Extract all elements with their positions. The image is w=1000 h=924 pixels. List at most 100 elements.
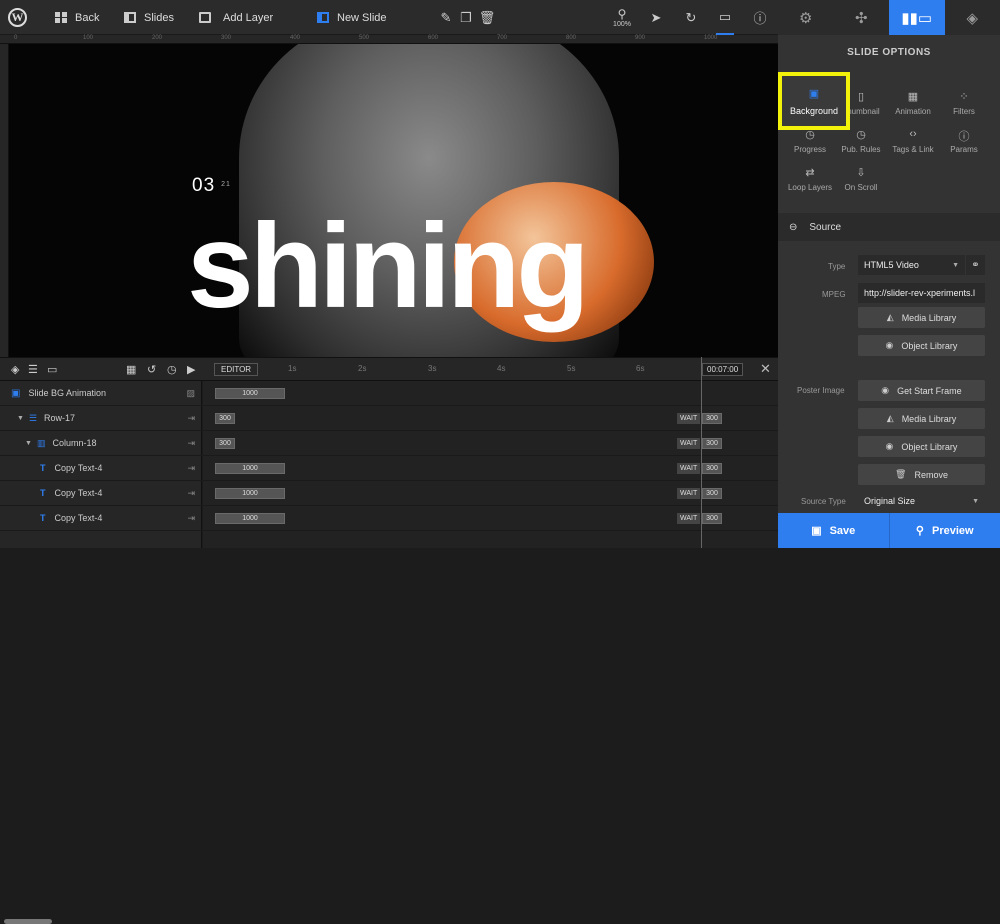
option-background[interactable]: ▣ Background [778,72,850,130]
animation-bar[interactable]: 1000 [215,513,285,524]
source-type-select[interactable]: Original Size ▼ [858,491,985,511]
timeline-header: ◈ ☰ ▭ ▦ ↺ ◷ ▶ EDITOR 1s 2s 3s 4s 5s 6s 0… [0,357,778,381]
settings-tab[interactable]: ⚙ [778,0,834,35]
button-label: Remove [914,470,948,480]
ruler-mark: 300 [221,35,231,41]
option-loop-layers[interactable]: ⇄ Loop Layers [781,166,839,192]
end-animation-bar[interactable]: 300 [702,413,722,424]
filters-icon: ⁘ [959,90,968,102]
layer-row-text[interactable]: T Copy Text-4 ⇥ [0,506,202,531]
ruler-mark: 100 [83,35,93,41]
grid-view-icon[interactable]: ▦ [126,363,136,376]
slide-selector[interactable]: New Slide [317,0,387,35]
stopwatch-icon[interactable]: ◷ [167,363,177,376]
chevron-down-icon: ▼ [952,262,959,269]
duplicate-icon[interactable]: ❐ [460,0,472,35]
layer-label: Copy Text-4 [55,513,103,523]
end-animation-bar[interactable]: 300 [702,463,722,474]
end-animation-bar[interactable]: 300 [702,488,722,499]
source-type-value: Original Size [864,496,915,506]
play-icon[interactable]: ▶ [187,363,195,376]
layer-row-column18[interactable]: ▼ ▥ Column-18 ⇥ [0,431,202,456]
option-label: Progress [794,145,826,154]
caret-down-icon[interactable]: ▼ [25,440,32,447]
option-tags-link[interactable]: ‹› Tags & Link [884,128,942,154]
trash-icon[interactable]: 🗑 [481,0,493,35]
folder-icon[interactable]: ▭ [47,363,57,376]
option-label: On Scroll [845,183,878,192]
option-progress[interactable]: ◷ Progress [781,128,839,154]
animation-bar[interactable]: 1000 [215,388,285,399]
slide-canvas[interactable]: 0321 shining [9,44,778,357]
animation-bar[interactable]: 1000 [215,488,285,499]
animation-bar[interactable]: 300 [215,413,235,424]
animation-bar[interactable]: 1000 [215,463,285,474]
ruler-mark: 700 [497,35,507,41]
mpeg-url-input[interactable]: http://slider-rev-xperiments.l [858,283,985,303]
option-animation[interactable]: ▦ Animation [884,90,942,116]
layers-icon[interactable]: ◈ [11,363,19,376]
horizontal-scrollbar[interactable] [4,919,52,924]
mpeg-object-library-button[interactable]: ◉ Object Library [858,335,985,356]
add-layer-button[interactable]: Add Layer [199,0,273,35]
loop-icon[interactable]: ↺ [147,363,156,376]
layers-icon: ◈ [966,9,978,27]
mpeg-media-library-button[interactable]: ◭ Media Library [858,307,985,328]
top-toolbar: W Back Slides Add Layer New Slide ✎ ❐ 🗑 … [0,0,778,35]
option-label: Filters [953,107,975,116]
layers-tab[interactable]: ◈ [945,0,1000,35]
option-pub-rules[interactable]: ◷ Pub. Rules [832,128,890,154]
loop-icon: ⇄ [805,166,814,178]
timeline-playhead[interactable] [701,357,702,548]
gear-icon: ⚙ [799,9,812,27]
layer-row-slide-bg[interactable]: ▣ Slide BG Animation ▨ [0,381,202,406]
film-icon: ▦ [908,90,918,102]
poster-media-library-button[interactable]: ◭ Media Library [858,408,985,429]
back-label: Back [75,12,99,24]
end-animation-bar[interactable]: 300 [702,438,722,449]
slide-number-layer[interactable]: 0321 [192,175,231,197]
option-on-scroll[interactable]: ⇩ On Scroll [832,166,890,192]
slide-options-tab[interactable]: ▮▮▭ [889,0,945,35]
help-icon[interactable]: ⓘ [752,0,768,35]
layer-row-row17[interactable]: ▼ ☰ Row-17 ⇥ [0,406,202,431]
align-right-icon: ⇥ [187,413,195,424]
zoom-control[interactable]: ⚲ 100% [610,0,634,35]
ruler-mark: 400 [290,35,300,41]
end-animation-bar[interactable]: 300 [702,513,722,524]
poster-object-library-button[interactable]: ◉ Object Library [858,436,985,457]
link-icon[interactable]: ⚭ [966,255,985,275]
caret-down-icon[interactable]: ▼ [17,415,24,422]
option-params[interactable]: ⓘ Params [935,128,993,154]
get-start-frame-button[interactable]: ◉ Get Start Frame [858,380,985,401]
animation-bar[interactable]: 300 [215,438,235,449]
undo-icon[interactable]: ↻ [684,0,698,35]
source-section-header[interactable]: ⊖ Source [778,213,1000,241]
preview-button[interactable]: ⚲ Preview [889,513,1000,548]
slide-number: 03 [192,175,215,196]
cursor-icon[interactable]: ➤ [649,0,663,35]
layer-row-text[interactable]: T Copy Text-4 ⇥ [0,481,202,506]
layer-label: Row-17 [44,413,75,423]
editor-label[interactable]: EDITOR [214,363,258,376]
ruler-mark: 1000 [704,35,717,41]
link-icon: ⊖ [789,222,797,233]
option-label: Animation [895,107,931,116]
total-time[interactable]: 00:07:00 [702,363,743,376]
layer-label: Column-18 [52,438,96,448]
list-icon[interactable]: ☰ [28,363,38,376]
desktop-view-icon[interactable]: ▭ [716,0,734,35]
headline-text-layer[interactable]: shining [187,206,586,326]
wordpress-logo-icon[interactable]: W [8,8,27,27]
image-icon: ▨ [186,388,195,399]
option-filters[interactable]: ⁘ Filters [935,90,993,116]
slides-button[interactable]: Slides [124,0,174,35]
layer-row-text[interactable]: T Copy Text-4 ⇥ [0,456,202,481]
edit-icon[interactable]: ✎ [440,0,452,35]
remove-button[interactable]: 🗑 Remove [858,464,985,485]
close-icon[interactable]: ✕ [760,361,771,377]
save-button[interactable]: ▣ Save [778,513,889,548]
back-button[interactable]: Back [55,0,99,35]
addons-tab[interactable]: ✣ [834,0,890,35]
type-select[interactable]: HTML5 Video ▼ [858,255,965,275]
